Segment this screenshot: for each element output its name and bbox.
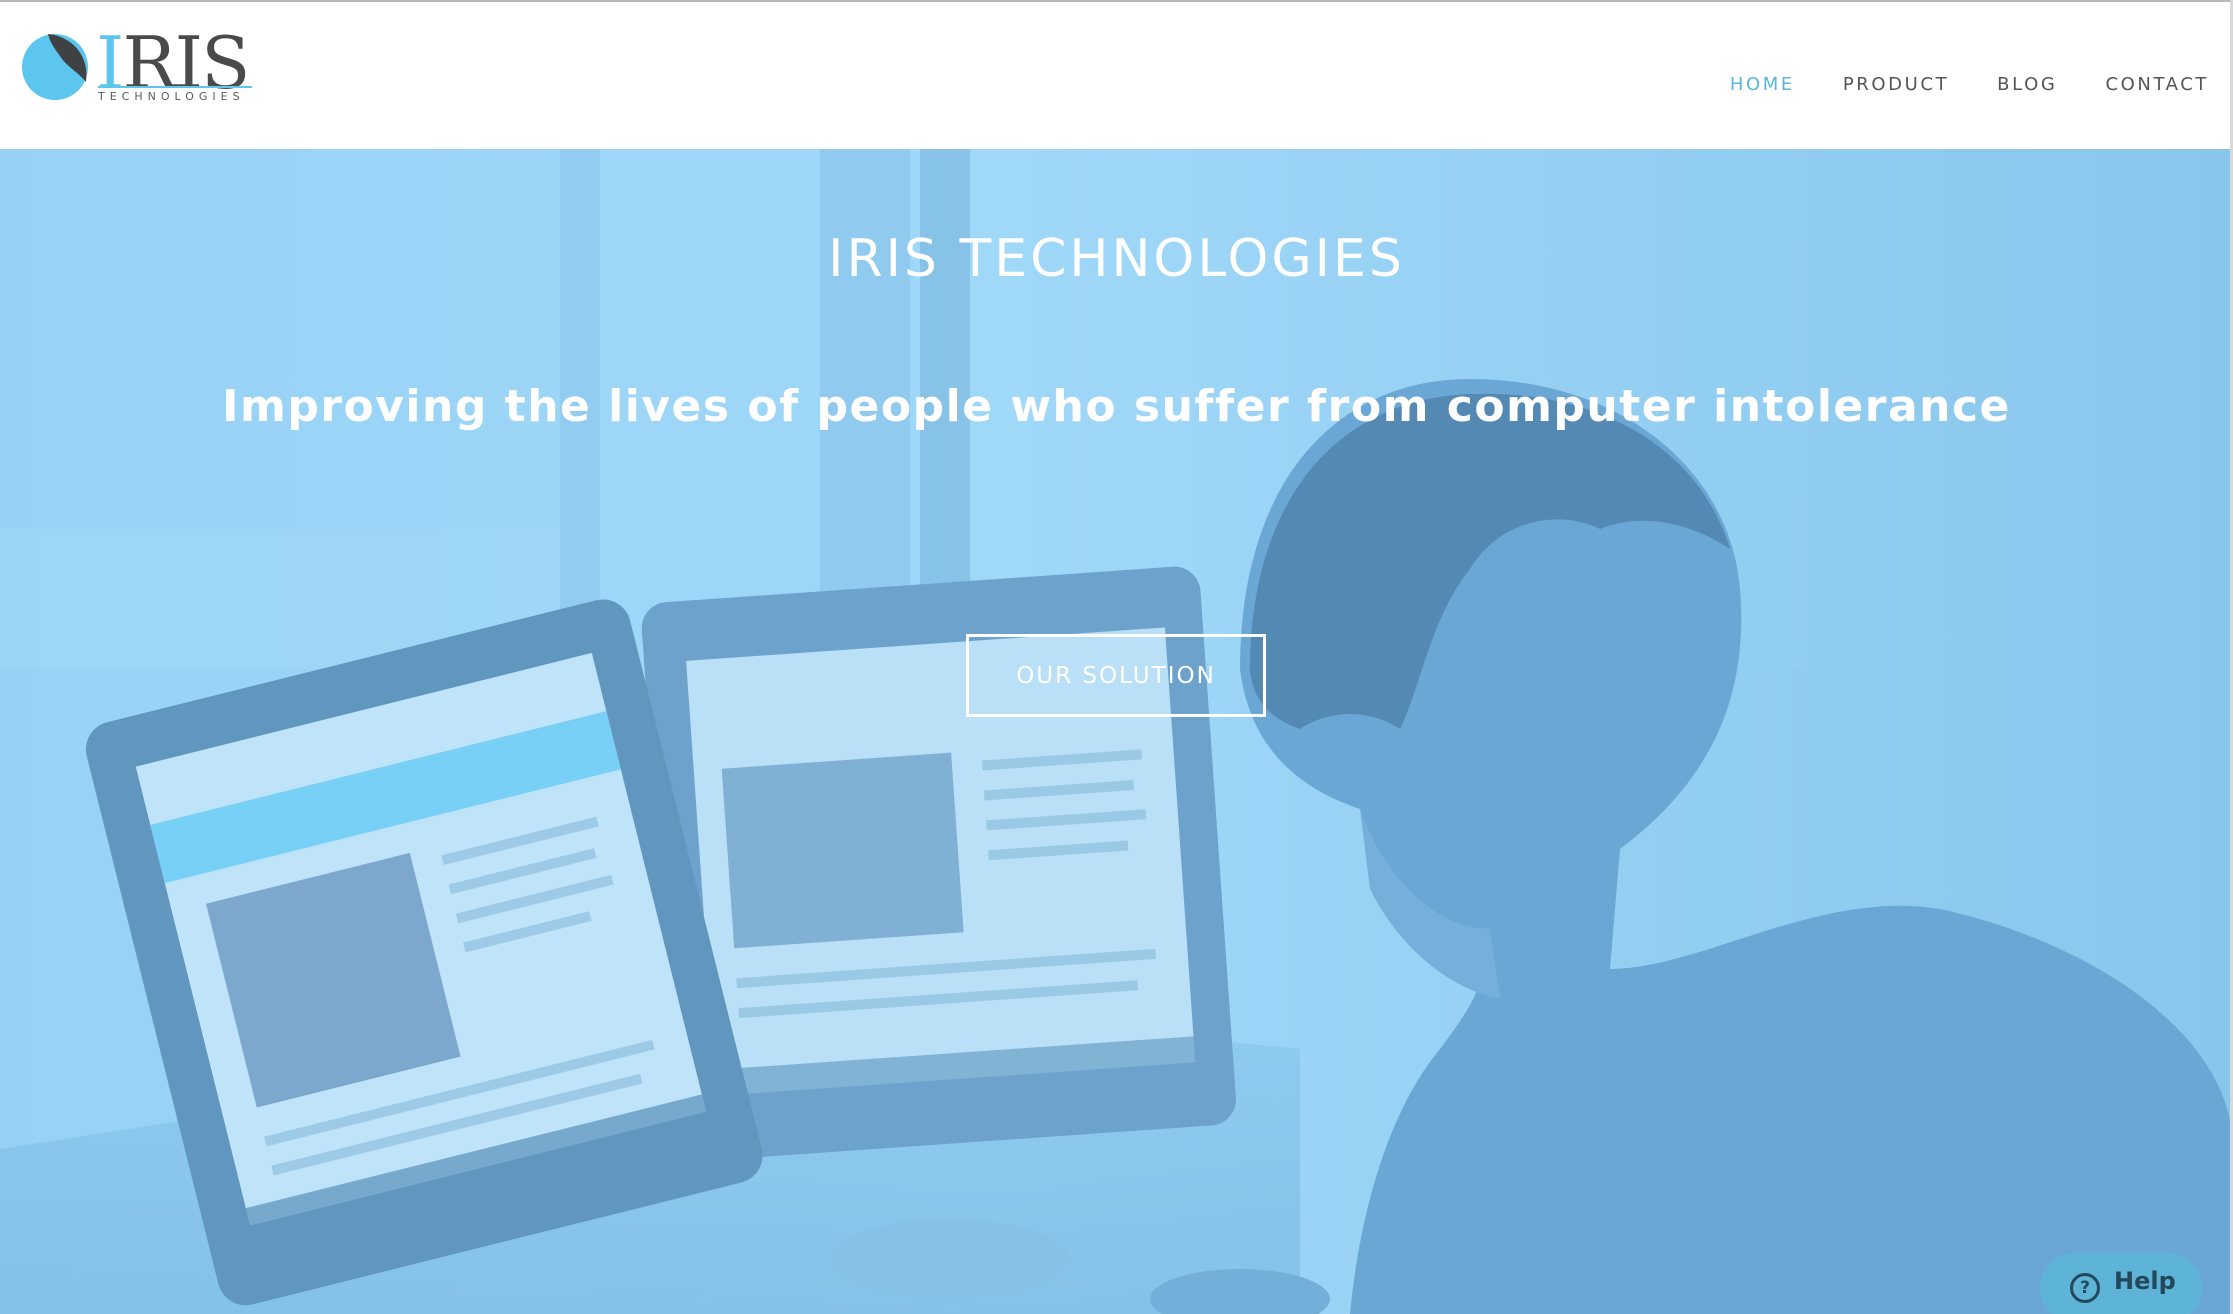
help-label: Help	[2114, 1267, 2176, 1295]
our-solution-button[interactable]: OUR SOLUTION	[966, 634, 1266, 717]
hero-background-image	[0, 149, 2233, 1314]
logo-underline	[98, 86, 252, 88]
hero-subtitle: Improving the lives of people who suffer…	[222, 381, 2011, 432]
our-solution-button-label: OUR SOLUTION	[1016, 662, 1216, 689]
page: IRIS TECHNOLOGIES HOME PRODUCT BLOG CONT…	[0, 0, 2233, 1314]
hero-section: IRIS TECHNOLOGIES Improving the lives of…	[0, 149, 2233, 1314]
nav-item-home[interactable]: HOME	[1730, 74, 1795, 95]
nav-item-blog[interactable]: BLOG	[1997, 74, 2057, 95]
nav-item-contact[interactable]: CONTACT	[2105, 74, 2209, 95]
hero-title: IRIS TECHNOLOGIES	[828, 229, 1405, 289]
logo-wordmark: IRIS	[96, 26, 250, 100]
logo-subtext: TECHNOLOGIES	[98, 90, 245, 103]
site-logo[interactable]: IRIS TECHNOLOGIES	[20, 24, 252, 106]
question-circle-icon: ?	[2070, 1273, 2100, 1303]
iris-drop-logo-icon	[22, 34, 88, 100]
nav-item-product[interactable]: PRODUCT	[1843, 74, 1949, 95]
site-header: IRIS TECHNOLOGIES HOME PRODUCT BLOG CONT…	[0, 2, 2233, 149]
help-button[interactable]: ? Help	[2040, 1253, 2202, 1314]
main-nav: HOME PRODUCT BLOG CONTACT	[1682, 74, 2209, 95]
